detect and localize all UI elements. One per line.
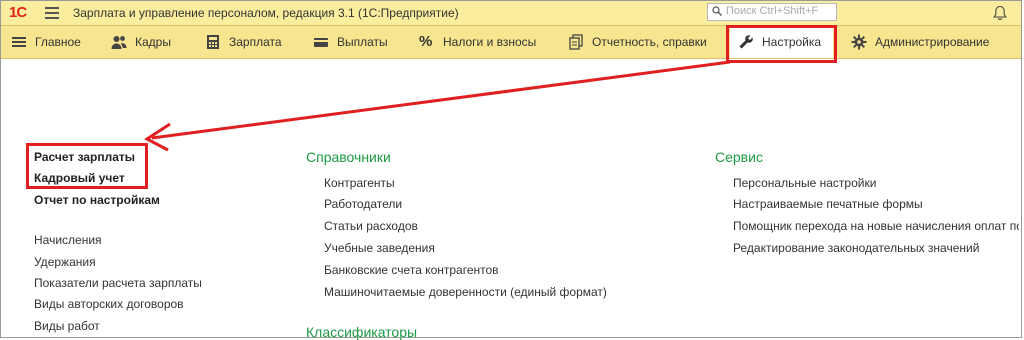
annotation-arrow xyxy=(144,60,731,152)
